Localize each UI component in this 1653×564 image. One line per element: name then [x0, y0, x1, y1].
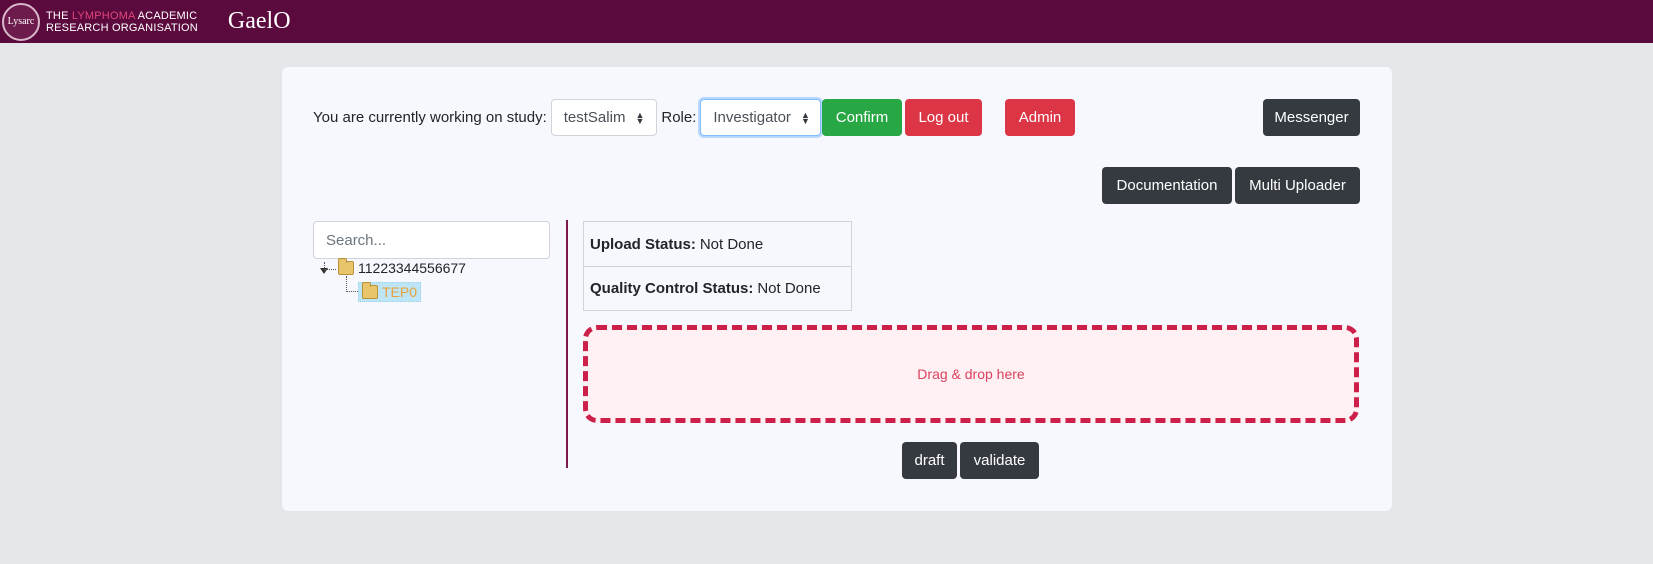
- qc-status: Quality Control Status: Not Done: [584, 266, 851, 310]
- multi-uploader-button[interactable]: Multi Uploader: [1235, 167, 1360, 204]
- top-navbar: Lysarc THE LYMPHOMA ACADEMIC RESEARCH OR…: [0, 0, 1653, 43]
- study-select[interactable]: testSalim ▲ ▼: [550, 99, 658, 136]
- role-label: Role:: [661, 109, 697, 126]
- draft-button[interactable]: draft: [902, 442, 957, 479]
- search-input[interactable]: Search...: [313, 221, 550, 259]
- tree-connector: [346, 276, 358, 292]
- lysarc-logo[interactable]: Lysarc THE LYMPHOMA ACADEMIC RESEARCH OR…: [2, 2, 198, 41]
- folder-icon: [362, 282, 378, 299]
- select-arrows-icon: ▲ ▼: [800, 109, 810, 126]
- study-selector-row: You are currently working on study: test…: [313, 99, 822, 136]
- role-select[interactable]: Investigator ▲ ▼: [700, 99, 822, 136]
- select-arrows-icon: ▲ ▼: [635, 109, 645, 126]
- upload-status: Upload Status: Not Done: [590, 235, 764, 253]
- logout-button[interactable]: Log out: [905, 99, 982, 136]
- panel-divider: [566, 220, 568, 468]
- lysarc-logo-emblem: Lysarc: [2, 2, 40, 41]
- lysarc-logo-text: THE LYMPHOMA ACADEMIC RESEARCH ORGANISAT…: [46, 9, 198, 34]
- admin-button[interactable]: Admin: [1005, 99, 1075, 136]
- main-card: You are currently working on study: test…: [282, 67, 1392, 511]
- status-table: Upload Status: Not Done Quality Control …: [583, 221, 852, 311]
- folder-icon: [338, 258, 354, 275]
- documentation-button[interactable]: Documentation: [1102, 167, 1232, 204]
- confirm-button[interactable]: Confirm: [822, 99, 902, 136]
- app-brand[interactable]: GaelO: [228, 8, 291, 35]
- validate-button[interactable]: validate: [960, 442, 1039, 479]
- tree-node-visit[interactable]: TEP0: [358, 282, 422, 302]
- tree-connector: [324, 262, 336, 270]
- tree-node-patient[interactable]: 11223344556677: [338, 258, 466, 276]
- messenger-button[interactable]: Messenger: [1263, 99, 1360, 136]
- file-dropzone[interactable]: Drag & drop here: [583, 325, 1359, 423]
- study-label: You are currently working on study:: [313, 109, 547, 126]
